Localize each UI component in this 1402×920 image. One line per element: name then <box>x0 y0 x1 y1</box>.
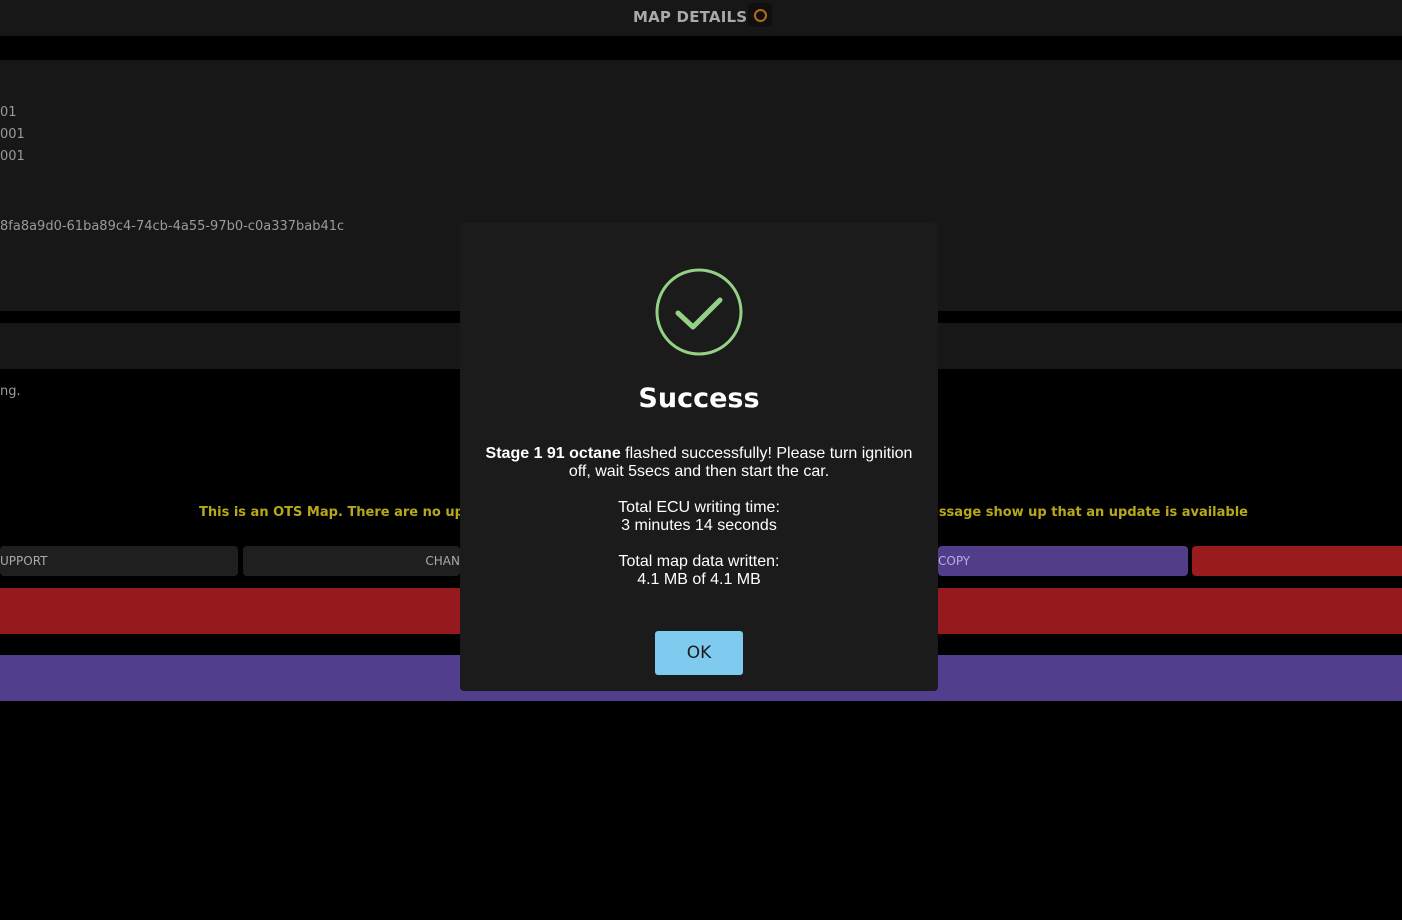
data-written-value: 4.1 MB of 4.1 MB <box>637 571 761 588</box>
detail-value: 001 <box>0 149 25 164</box>
ok-button[interactable]: OK <box>655 631 743 675</box>
dialog-title: Success <box>638 383 760 414</box>
write-time-value: 3 minutes 14 seconds <box>621 517 777 534</box>
write-time: Total ECU writing time: 3 minutes 14 seco… <box>480 499 918 535</box>
support-button[interactable]: UPPORT <box>0 546 238 576</box>
write-time-label: Total ECU writing time: <box>618 499 780 516</box>
ots-notice-right: message show up that an update is availa… <box>938 505 1248 520</box>
success-dialog: Success Stage 1 91 octane flashed succes… <box>460 223 938 691</box>
check-circle-icon <box>655 268 743 356</box>
danger-button[interactable] <box>1192 546 1402 576</box>
loading-spinner-icon[interactable] <box>748 3 772 27</box>
flash-result-text: Stage 1 91 octane flashed successfully! … <box>480 445 918 481</box>
dialog-message: Stage 1 91 octane flashed successfully! … <box>480 445 918 607</box>
page-title: MAP DETAILS <box>633 8 748 26</box>
detail-value: 01 <box>0 105 17 120</box>
note-text: ng. <box>0 384 21 399</box>
copy-button[interactable]: COPY <box>938 546 1188 576</box>
data-written: Total map data written: 4.1 MB of 4.1 MB <box>480 553 918 589</box>
detail-value: 001 <box>0 127 25 142</box>
data-written-label: Total map data written: <box>618 553 780 570</box>
change-button[interactable]: CHAN <box>243 546 460 576</box>
ots-notice-left: This is an OTS Map. There are no updates <box>199 505 460 520</box>
app-page: MAP DETAILS 01 001 001 8fa8a9d0-61ba89c4… <box>0 0 1402 920</box>
top-bar: MAP DETAILS <box>0 0 1402 36</box>
map-uuid: 8fa8a9d0-61ba89c4-74cb-4a55-97b0-c0a337b… <box>0 219 345 234</box>
map-name: Stage 1 91 octane <box>485 445 621 462</box>
flash-message: flashed successfully! Please turn igniti… <box>568 445 913 480</box>
